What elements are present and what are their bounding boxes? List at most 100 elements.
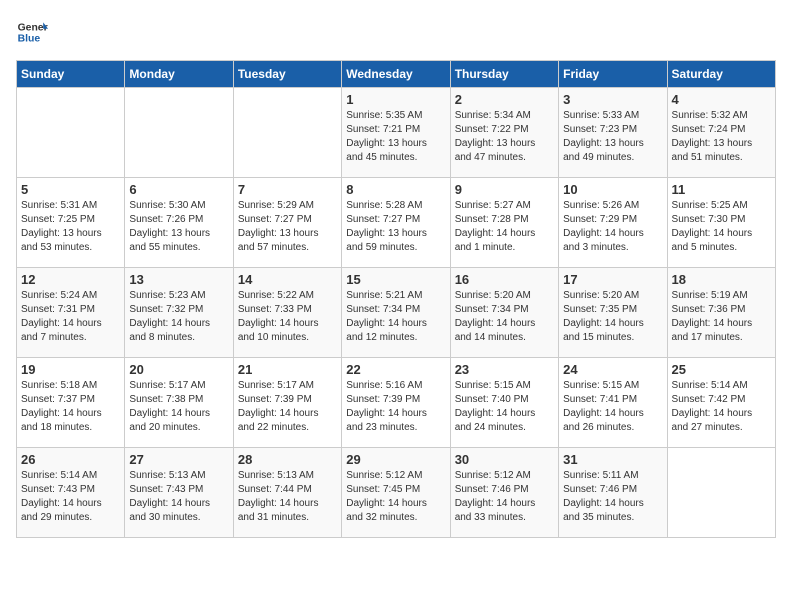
day-info: Sunrise: 5:22 AM Sunset: 7:33 PM Dayligh… [238, 289, 337, 345]
calendar-cell: 6 Sunrise: 5:30 AM Sunset: 7:26 PM Daylig… [125, 178, 233, 268]
calendar-cell: 18 Sunrise: 5:19 AM Sunset: 7:36 PM Dayli… [667, 268, 775, 358]
day-info: Sunrise: 5:19 AM Sunset: 7:36 PM Dayligh… [672, 289, 771, 345]
day-number: 26 [21, 452, 120, 467]
day-info: Sunrise: 5:34 AM Sunset: 7:22 PM Dayligh… [455, 109, 554, 165]
day-number: 28 [238, 452, 337, 467]
day-info: Sunrise: 5:32 AM Sunset: 7:24 PM Dayligh… [672, 109, 771, 165]
calendar-cell [233, 88, 341, 178]
calendar-cell: 26 Sunrise: 5:14 AM Sunset: 7:43 PM Dayli… [17, 448, 125, 538]
calendar-cell: 25 Sunrise: 5:14 AM Sunset: 7:42 PM Dayli… [667, 358, 775, 448]
day-info: Sunrise: 5:12 AM Sunset: 7:45 PM Dayligh… [346, 469, 445, 525]
day-info: Sunrise: 5:21 AM Sunset: 7:34 PM Dayligh… [346, 289, 445, 345]
calendar-cell: 4 Sunrise: 5:32 AM Sunset: 7:24 PM Daylig… [667, 88, 775, 178]
day-info: Sunrise: 5:17 AM Sunset: 7:39 PM Dayligh… [238, 379, 337, 435]
day-number: 3 [563, 92, 662, 107]
day-number: 2 [455, 92, 554, 107]
calendar-cell: 7Sunrise: 5:29 AM Sunset: 7:27 PM Daylig… [233, 178, 341, 268]
day-info: Sunrise: 5:13 AM Sunset: 7:43 PM Dayligh… [129, 469, 228, 525]
weekday-header: Friday [559, 61, 667, 88]
day-info: Sunrise: 5:31 AM Sunset: 7:25 PM Dayligh… [21, 199, 120, 255]
day-number: 8 [346, 182, 445, 197]
day-info: Sunrise: 5:20 AM Sunset: 7:34 PM Dayligh… [455, 289, 554, 345]
calendar-cell: 30 Sunrise: 5:12 AM Sunset: 7:46 PM Dayli… [450, 448, 558, 538]
day-info: Sunrise: 5:17 AM Sunset: 7:38 PM Dayligh… [129, 379, 228, 435]
day-info: Sunrise: 5:29 AM Sunset: 7:27 PM Dayligh… [238, 199, 337, 255]
calendar-header-row: SundayMondayTuesdayWednesdayThursdayFrid… [17, 61, 776, 88]
page-header: General Blue [16, 16, 776, 48]
day-info: Sunrise: 5:20 AM Sunset: 7:35 PM Dayligh… [563, 289, 662, 345]
day-number: 31 [563, 452, 662, 467]
day-number: 25 [672, 362, 771, 377]
calendar-cell: 29 Sunrise: 5:12 AM Sunset: 7:45 PM Dayli… [342, 448, 450, 538]
day-number: 19 [21, 362, 120, 377]
calendar-table: SundayMondayTuesdayWednesdayThursdayFrid… [16, 60, 776, 538]
calendar-cell: 23 Sunrise: 5:15 AM Sunset: 7:40 PM Dayli… [450, 358, 558, 448]
svg-text:Blue: Blue [18, 34, 41, 45]
day-info: Sunrise: 5:12 AM Sunset: 7:46 PM Dayligh… [455, 469, 554, 525]
calendar-week-row: 12 Sunrise: 5:24 AM Sunset: 7:31 PM Dayli… [17, 268, 776, 358]
calendar-cell: 17 Sunrise: 5:20 AM Sunset: 7:35 PM Dayli… [559, 268, 667, 358]
calendar-cell [667, 448, 775, 538]
calendar-cell: 20 Sunrise: 5:17 AM Sunset: 7:38 PM Dayli… [125, 358, 233, 448]
calendar-cell: 2 Sunrise: 5:34 AM Sunset: 7:22 PM Daylig… [450, 88, 558, 178]
weekday-header: Monday [125, 61, 233, 88]
day-info: Sunrise: 5:15 AM Sunset: 7:40 PM Dayligh… [455, 379, 554, 435]
logo-icon: General Blue [16, 16, 48, 48]
day-info: Sunrise: 5:11 AM Sunset: 7:46 PM Dayligh… [563, 469, 662, 525]
calendar-cell: 9 Sunrise: 5:27 AM Sunset: 7:28 PM Daylig… [450, 178, 558, 268]
calendar-cell: 24 Sunrise: 5:15 AM Sunset: 7:41 PM Dayli… [559, 358, 667, 448]
calendar-cell: 19Sunrise: 5:18 AM Sunset: 7:37 PM Dayli… [17, 358, 125, 448]
day-info: Sunrise: 5:33 AM Sunset: 7:23 PM Dayligh… [563, 109, 662, 165]
calendar-cell: 28 Sunrise: 5:13 AM Sunset: 7:44 PM Dayli… [233, 448, 341, 538]
day-info: Sunrise: 5:15 AM Sunset: 7:41 PM Dayligh… [563, 379, 662, 435]
day-info: Sunrise: 5:28 AM Sunset: 7:27 PM Dayligh… [346, 199, 445, 255]
day-number: 4 [672, 92, 771, 107]
calendar-cell: 5 Sunrise: 5:31 AM Sunset: 7:25 PM Daylig… [17, 178, 125, 268]
calendar-cell: 10Sunrise: 5:26 AM Sunset: 7:29 PM Dayli… [559, 178, 667, 268]
weekday-header: Thursday [450, 61, 558, 88]
weekday-header: Tuesday [233, 61, 341, 88]
day-info: Sunrise: 5:27 AM Sunset: 7:28 PM Dayligh… [455, 199, 554, 255]
day-number: 23 [455, 362, 554, 377]
day-number: 13 [129, 272, 228, 287]
day-number: 5 [21, 182, 120, 197]
day-info: Sunrise: 5:35 AM Sunset: 7:21 PM Dayligh… [346, 109, 445, 165]
calendar-cell: 16Sunrise: 5:20 AM Sunset: 7:34 PM Dayli… [450, 268, 558, 358]
day-number: 15 [346, 272, 445, 287]
day-info: Sunrise: 5:14 AM Sunset: 7:42 PM Dayligh… [672, 379, 771, 435]
calendar-cell: 3 Sunrise: 5:33 AM Sunset: 7:23 PM Daylig… [559, 88, 667, 178]
calendar-cell: 21 Sunrise: 5:17 AM Sunset: 7:39 PM Dayli… [233, 358, 341, 448]
day-number: 6 [129, 182, 228, 197]
day-info: Sunrise: 5:24 AM Sunset: 7:31 PM Dayligh… [21, 289, 120, 345]
day-number: 29 [346, 452, 445, 467]
calendar-cell: 22Sunrise: 5:16 AM Sunset: 7:39 PM Dayli… [342, 358, 450, 448]
calendar-cell: 1Sunrise: 5:35 AM Sunset: 7:21 PM Daylig… [342, 88, 450, 178]
day-info: Sunrise: 5:13 AM Sunset: 7:44 PM Dayligh… [238, 469, 337, 525]
calendar-cell: 11Sunrise: 5:25 AM Sunset: 7:30 PM Dayli… [667, 178, 775, 268]
day-info: Sunrise: 5:14 AM Sunset: 7:43 PM Dayligh… [21, 469, 120, 525]
day-number: 17 [563, 272, 662, 287]
weekday-header: Wednesday [342, 61, 450, 88]
day-number: 27 [129, 452, 228, 467]
calendar-cell: 13Sunrise: 5:23 AM Sunset: 7:32 PM Dayli… [125, 268, 233, 358]
day-number: 12 [21, 272, 120, 287]
weekday-header: Sunday [17, 61, 125, 88]
day-info: Sunrise: 5:30 AM Sunset: 7:26 PM Dayligh… [129, 199, 228, 255]
day-number: 20 [129, 362, 228, 377]
day-info: Sunrise: 5:16 AM Sunset: 7:39 PM Dayligh… [346, 379, 445, 435]
day-number: 21 [238, 362, 337, 377]
calendar-cell: 8 Sunrise: 5:28 AM Sunset: 7:27 PM Daylig… [342, 178, 450, 268]
day-number: 24 [563, 362, 662, 377]
weekday-header: Saturday [667, 61, 775, 88]
calendar-week-row: 26 Sunrise: 5:14 AM Sunset: 7:43 PM Dayli… [17, 448, 776, 538]
day-number: 14 [238, 272, 337, 287]
calendar-cell: 27 Sunrise: 5:13 AM Sunset: 7:43 PM Dayli… [125, 448, 233, 538]
calendar-cell: 14 Sunrise: 5:22 AM Sunset: 7:33 PM Dayli… [233, 268, 341, 358]
day-number: 9 [455, 182, 554, 197]
day-number: 18 [672, 272, 771, 287]
calendar-cell: 15 Sunrise: 5:21 AM Sunset: 7:34 PM Dayli… [342, 268, 450, 358]
calendar-cell: 31 Sunrise: 5:11 AM Sunset: 7:46 PM Dayli… [559, 448, 667, 538]
calendar-week-row: 19Sunrise: 5:18 AM Sunset: 7:37 PM Dayli… [17, 358, 776, 448]
calendar-week-row: 1Sunrise: 5:35 AM Sunset: 7:21 PM Daylig… [17, 88, 776, 178]
day-number: 30 [455, 452, 554, 467]
